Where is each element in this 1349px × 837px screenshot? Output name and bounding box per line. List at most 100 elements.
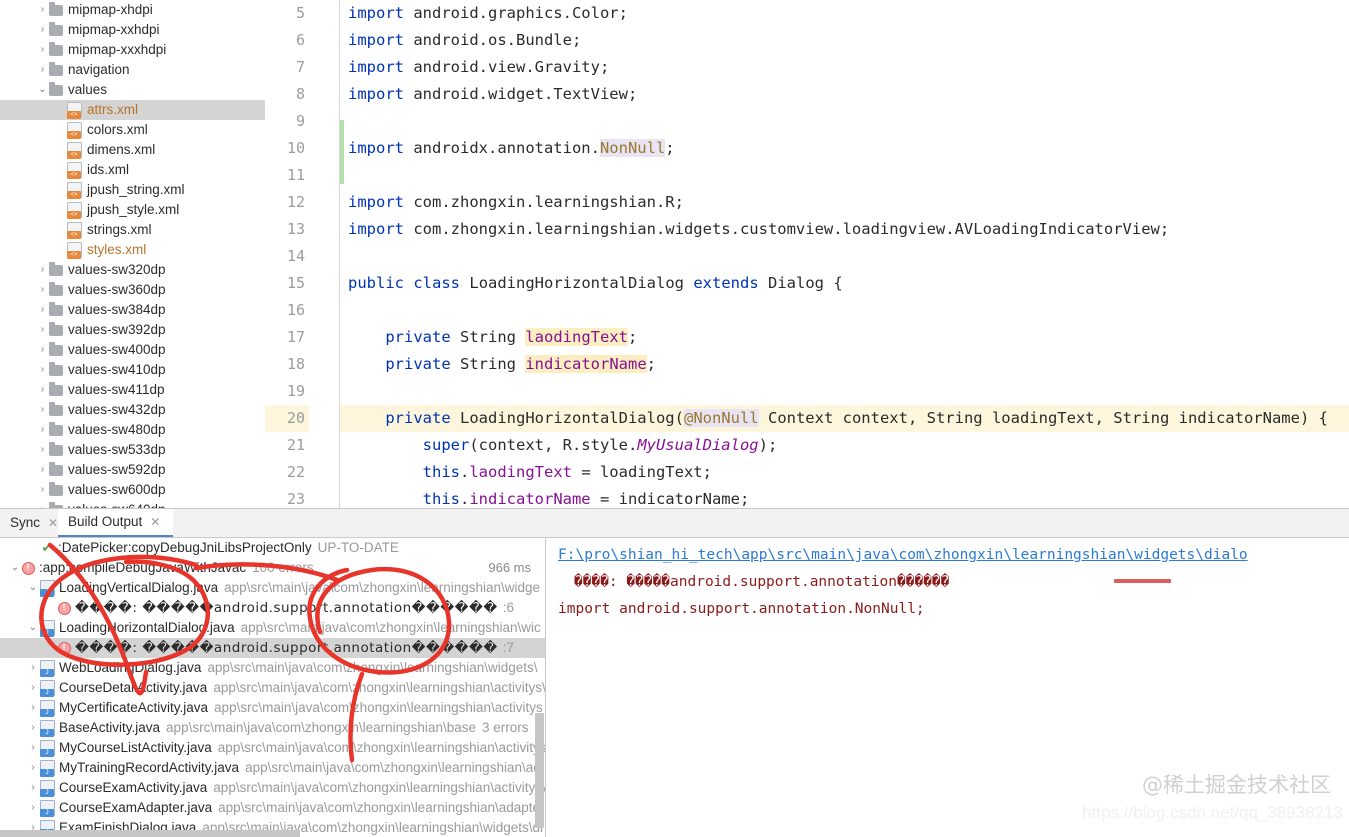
build-row[interactable]: › WebLoadingDialog.java app\src\main\java\… (0, 658, 545, 678)
line-number-19[interactable]: 19 (265, 378, 309, 405)
build-row[interactable]: ����: �����android.support.annotation���… (0, 598, 545, 618)
tree-item-values-sw400dp[interactable]: › values-sw400dp (0, 340, 265, 360)
build-row[interactable]: › MyCourseListActivity.java app\src\main\j… (0, 738, 545, 758)
chevron-right-icon[interactable]: › (36, 500, 49, 508)
param-type-string: String (926, 409, 983, 427)
line-number-20[interactable]: 20 (265, 405, 309, 432)
line-number-13[interactable]: 13 (265, 216, 309, 243)
line-number-21[interactable]: 21 (265, 432, 309, 459)
code-editor[interactable]: 567891011121314151617181920212223 R impo… (265, 0, 1349, 508)
chevron-right-icon[interactable]: › (36, 380, 49, 400)
line-number-12[interactable]: 12 (265, 189, 309, 216)
tree-item-styles-xml[interactable]: styles.xml (0, 240, 265, 260)
tree-item-mipmap-xxxhdpi[interactable]: › mipmap-xxxhdpi (0, 40, 265, 60)
line-number-17[interactable]: 17 (265, 324, 309, 351)
line-number-15[interactable]: 15 (265, 270, 309, 297)
code-line-10: import androidx.annotation.NonNull; (348, 139, 675, 157)
chevron-right-icon[interactable]: › (36, 260, 49, 280)
build-tree-horizontal-scrollbar[interactable] (0, 830, 300, 837)
tree-item-values-sw592dp[interactable]: › values-sw592dp (0, 460, 265, 480)
chevron-right-icon[interactable]: › (26, 698, 40, 718)
build-row[interactable]: › BaseActivity.java app\src\main\java\com\… (0, 718, 545, 738)
chevron-right-icon[interactable]: › (36, 0, 49, 20)
build-row[interactable]: ⌄ LoadingHorizontalDialog.java app\src\mai… (0, 618, 545, 638)
tree-item-mipmap-xxhdpi[interactable]: › mipmap-xxhdpi (0, 20, 265, 40)
code-content[interactable]: import android.graphics.Color; import an… (340, 0, 1349, 508)
tree-item-values-sw392dp[interactable]: › values-sw392dp (0, 320, 265, 340)
close-icon[interactable]: ✕ (48, 509, 58, 537)
tree-item-values-sw480dp[interactable]: › values-sw480dp (0, 420, 265, 440)
chevron-right-icon[interactable]: › (36, 480, 49, 500)
build-row[interactable]: ⌄:app:compileDebugJavaWithJavac 100 error… (0, 558, 545, 578)
build-row[interactable]: › CourseExamActivity.java app\src\main\jav… (0, 778, 545, 798)
build-output-tree[interactable]: ✔:DatePicker:copyDebugJniLibsProjectOnly… (0, 538, 546, 837)
build-row[interactable]: › CourseDetailActivity.java app\src\main\j… (0, 678, 545, 698)
chevron-right-icon[interactable]: › (26, 678, 40, 698)
chevron-right-icon[interactable]: › (26, 658, 40, 678)
tree-item-values-sw410dp[interactable]: › values-sw410dp (0, 360, 265, 380)
chevron-right-icon[interactable]: › (36, 60, 49, 80)
chevron-right-icon[interactable]: › (36, 440, 49, 460)
build-tree-vertical-scrollbar[interactable] (535, 713, 544, 828)
line-number-11[interactable]: 11 (265, 162, 309, 189)
chevron-right-icon[interactable]: › (36, 40, 49, 60)
chevron-right-icon[interactable]: › (36, 400, 49, 420)
line-number-5[interactable]: 5 (265, 0, 309, 27)
tree-item-values-sw360dp[interactable]: › values-sw360dp (0, 280, 265, 300)
chevron-right-icon[interactable]: › (36, 280, 49, 300)
line-number-10[interactable]: 10 (265, 135, 309, 162)
chevron-right-icon[interactable]: › (36, 420, 49, 440)
tree-item-values-sw384dp[interactable]: › values-sw384dp (0, 300, 265, 320)
chevron-right-icon[interactable]: › (26, 798, 40, 818)
build-row[interactable]: ����: �����android.support.annotation���… (0, 638, 545, 658)
tree-item-values-sw533dp[interactable]: › values-sw533dp (0, 440, 265, 460)
tree-item-dimens-xml[interactable]: dimens.xml (0, 140, 265, 160)
line-number-14[interactable]: 14 (265, 243, 309, 270)
line-number-7[interactable]: 7 (265, 54, 309, 81)
chevron-right-icon[interactable]: › (36, 300, 49, 320)
line-number-16[interactable]: 16 (265, 297, 309, 324)
chevron-right-icon[interactable]: › (26, 778, 40, 798)
tree-item-ids-xml[interactable]: ids.xml (0, 160, 265, 180)
chevron-right-icon[interactable]: › (36, 460, 49, 480)
line-number-8[interactable]: 8 (265, 81, 309, 108)
tree-item-values[interactable]: ⌄ values (0, 80, 265, 100)
chevron-down-icon[interactable]: ⌄ (36, 80, 49, 100)
line-number-9[interactable]: 9 (265, 108, 309, 135)
tree-item-mipmap-xhdpi[interactable]: › mipmap-xhdpi (0, 0, 265, 20)
chevron-right-icon[interactable]: › (36, 320, 49, 340)
build-row[interactable]: › CourseExamAdapter.java app\src\main\java… (0, 798, 545, 818)
tree-item-values-sw320dp[interactable]: › values-sw320dp (0, 260, 265, 280)
tree-item-attrs-xml[interactable]: attrs.xml (0, 100, 265, 120)
tree-item-values-sw411dp[interactable]: › values-sw411dp (0, 380, 265, 400)
chevron-down-icon[interactable]: ⌄ (26, 618, 40, 638)
line-number-22[interactable]: 22 (265, 459, 309, 486)
build-row[interactable]: ✔:DatePicker:copyDebugJniLibsProjectOnly… (0, 538, 545, 558)
chevron-right-icon[interactable]: › (36, 20, 49, 40)
chevron-right-icon[interactable]: › (26, 718, 40, 738)
tree-item-jpush-style-xml[interactable]: jpush_style.xml (0, 200, 265, 220)
build-row[interactable]: › MyTrainingRecordActivity.java app\src\ma… (0, 758, 545, 778)
tree-item-navigation[interactable]: › navigation (0, 60, 265, 80)
line-number-18[interactable]: 18 (265, 351, 309, 378)
chevron-down-icon[interactable]: ⌄ (8, 558, 22, 578)
tree-item-strings-xml[interactable]: strings.xml (0, 220, 265, 240)
line-number-6[interactable]: 6 (265, 27, 309, 54)
tree-item-colors-xml[interactable]: colors.xml (0, 120, 265, 140)
tree-item-values-sw432dp[interactable]: › values-sw432dp (0, 400, 265, 420)
project-tree-panel[interactable]: › mipmap-xhdpi › mipmap-xxhdpi › mipmap-xxxhd… (0, 0, 266, 508)
close-icon[interactable]: ✕ (150, 508, 160, 536)
chevron-right-icon[interactable]: › (26, 738, 40, 758)
tree-item-values-sw600dp[interactable]: › values-sw600dp (0, 480, 265, 500)
line-number-23[interactable]: 23 (265, 486, 309, 508)
detail-file-path-link[interactable]: F:\pro\shian_hi_tech\app\src\main\java\c… (558, 547, 1248, 563)
chevron-down-icon[interactable]: ⌄ (26, 578, 40, 598)
tree-item-jpush-string-xml[interactable]: jpush_string.xml (0, 180, 265, 200)
chevron-right-icon[interactable]: › (26, 758, 40, 778)
chevron-right-icon[interactable]: › (36, 360, 49, 380)
chevron-right-icon[interactable]: › (36, 340, 49, 360)
build-row[interactable]: ⌄ LoadingVerticalDialog.java app\src\main\… (0, 578, 545, 598)
build-row[interactable]: › MyCertificateActivity.java app\src\main\… (0, 698, 545, 718)
tree-item-values-sw640dp[interactable]: › values-sw640dp (0, 500, 265, 508)
tab-build-output[interactable]: Build Output ✕ (58, 509, 173, 537)
